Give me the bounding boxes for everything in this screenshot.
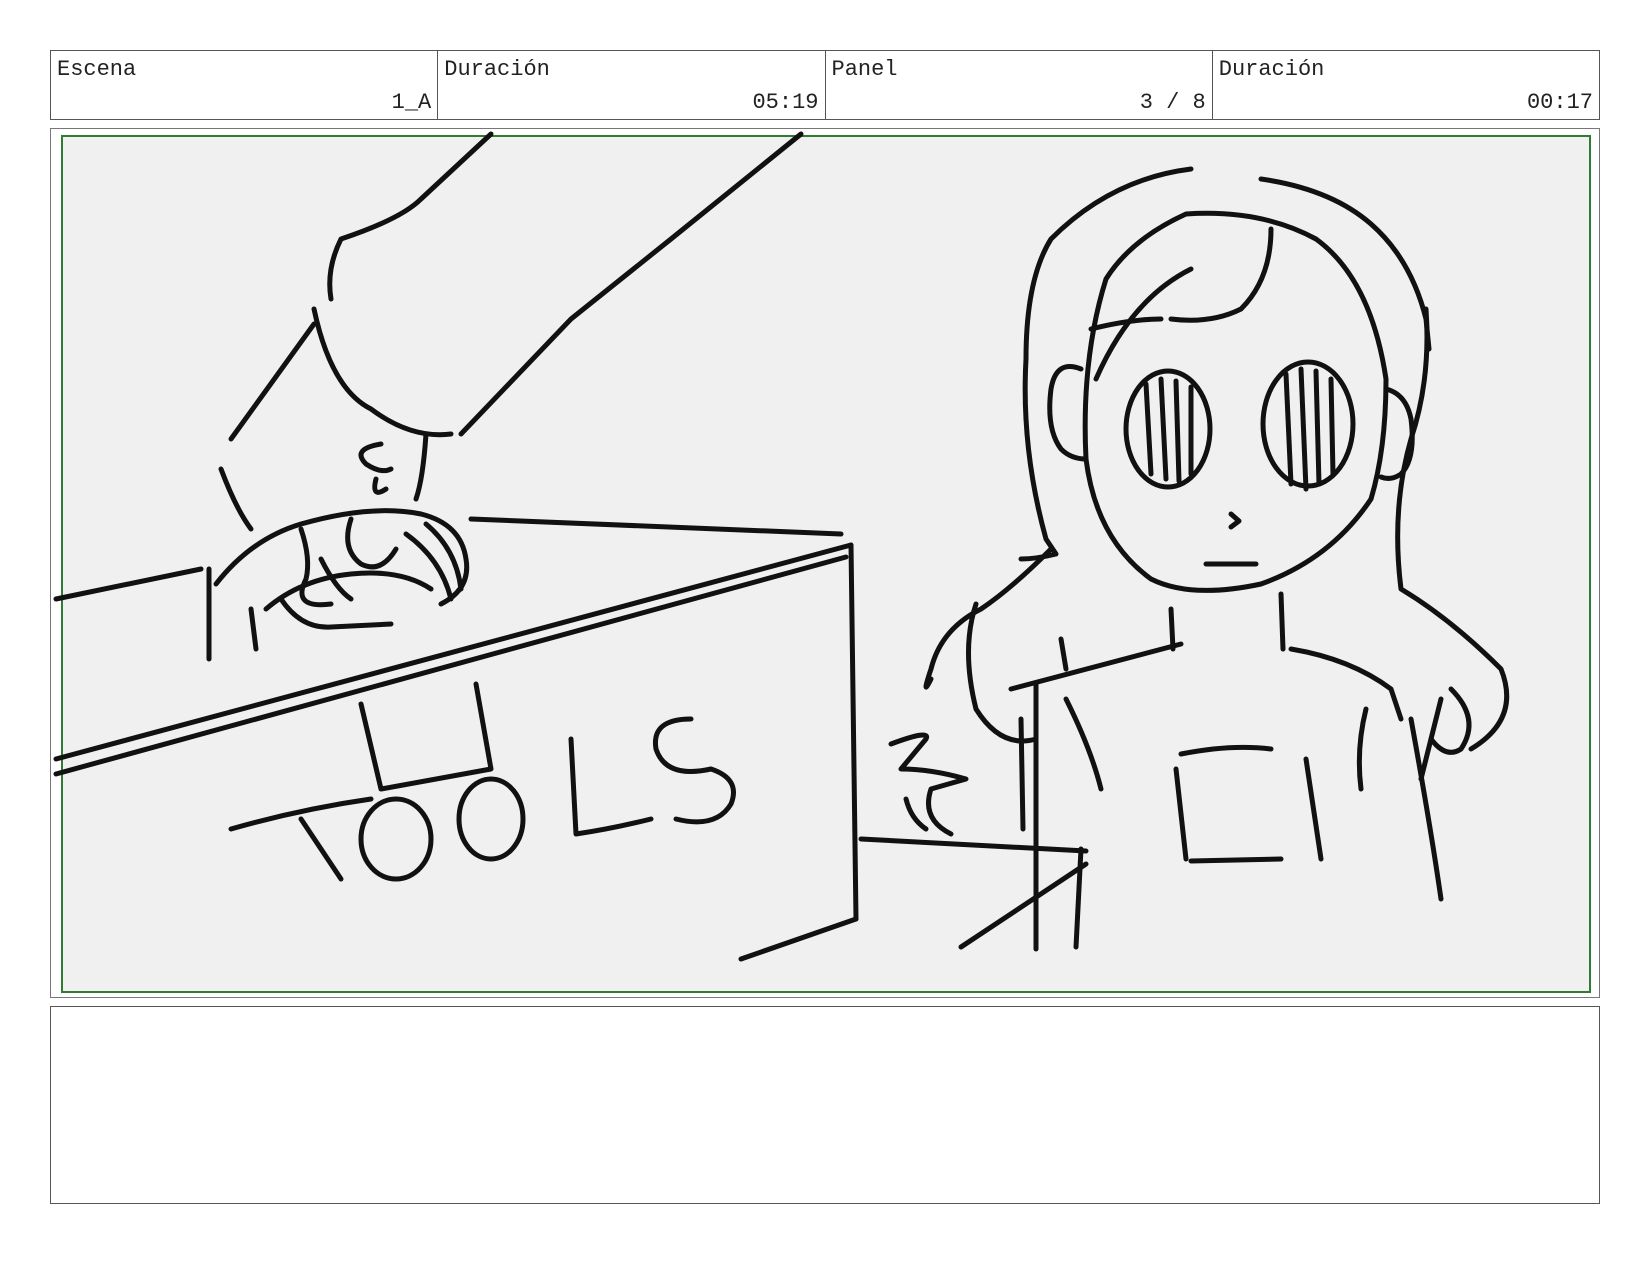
scene-value: 1_A bbox=[391, 90, 432, 115]
panel-label: Panel bbox=[831, 57, 898, 82]
scene-cell: Escena 1_A bbox=[51, 51, 439, 119]
scene-label: Escena bbox=[57, 57, 137, 82]
storyboard-panel-frame bbox=[50, 128, 1600, 998]
scene-duration-cell: Duración 05:19 bbox=[438, 51, 826, 119]
panel-notes-area[interactable] bbox=[50, 1006, 1600, 1204]
scene-duration-label: Duración bbox=[444, 57, 550, 82]
panel-value: 3 / 8 bbox=[1139, 90, 1206, 115]
panel-duration-label: Duración bbox=[1218, 57, 1325, 82]
panel-cell: Panel 3 / 8 bbox=[826, 51, 1213, 119]
panel-info-header: Escena 1_A Duración 05:19 Panel 3 / 8 Du… bbox=[50, 50, 1600, 120]
panel-duration-cell: Duración 00:17 bbox=[1213, 51, 1599, 119]
scene-duration-value: 05:19 bbox=[752, 90, 819, 115]
storyboard-sketch bbox=[53, 131, 1591, 993]
panel-duration-value: 00:17 bbox=[1526, 90, 1593, 115]
